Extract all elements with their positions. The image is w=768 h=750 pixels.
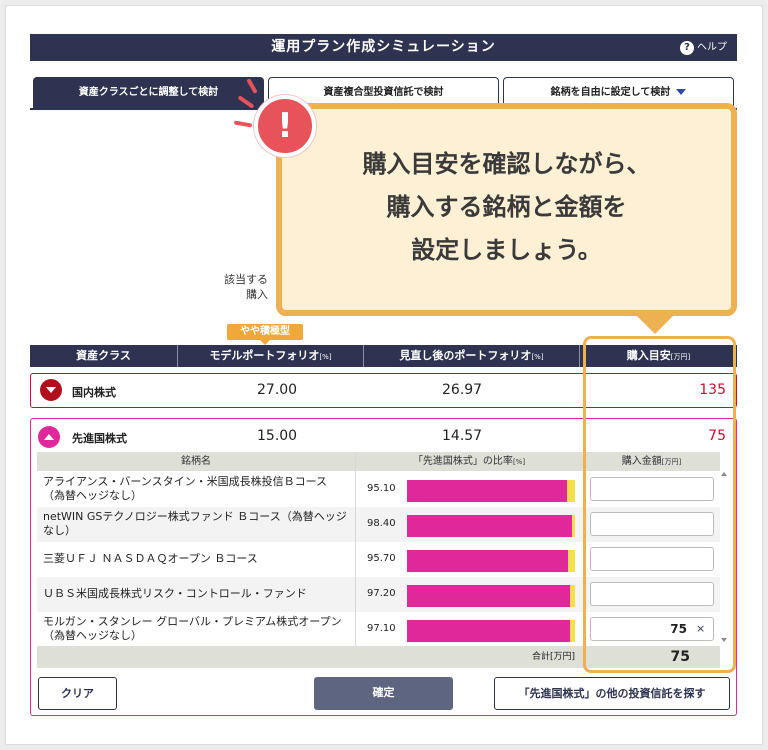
col-ratio-unit: [%] [512,458,526,466]
ratio-bar [407,620,575,642]
fund-name: netWIN GSテクノロジー株式ファンド Ｂコース（為替ヘッジなし） [43,510,347,537]
risk-badge: やや積極型 [227,324,303,340]
callout-tail [633,312,677,334]
help-button[interactable]: ? ヘルプ [680,39,727,56]
chevron-up-icon [44,434,54,440]
fund-name: モルガン・スタンレー グローバル・プレミアム株式オープン（為替ヘッジなし） [43,615,342,642]
col-revised: 見直し後のポートフォリオ[%] [364,345,579,368]
ratio-bar-rest [568,550,575,572]
ratio-bar [407,585,575,607]
callout-line: 購入する銘柄と金額を [386,193,627,221]
expand-button[interactable] [40,379,62,401]
ratio-bar [407,550,575,572]
alert-icon: ! [254,95,316,157]
col-model-unit: [%] [319,353,332,361]
collapse-button[interactable] [38,426,60,448]
col-ratio-label: 「先進国株式」の比率 [412,456,513,467]
col-model-label: モデルポートフォリオ [209,349,320,362]
asset-name: 先進国株式 [72,432,127,445]
page-title: 運用プラン作成シミュレーション [271,39,496,55]
ratio-bar-rest [570,620,575,642]
fund-name: ＵＢＳ米国成長株式リスク・コントロール・ファンド [43,587,307,600]
callout-line: 購入目安を確認しながら、 [362,150,651,178]
ratio-bar-rest [567,480,575,502]
callout-message: 購入目安を確認しながら、 購入する銘柄と金額を 設定しましょう。 [282,143,731,272]
confirm-button[interactable]: 確定 [314,677,453,710]
tab-label: 資産クラスごとに調整して検討 [78,87,219,98]
title-bar: 運用プラン作成シミュレーション ? ヘルプ [30,34,737,61]
tab-label: 資産複合型投資信託で検討 [323,87,444,98]
guide-highlight [583,336,736,673]
ratio-bar-fill [407,480,567,502]
col-revised-label: 見直し後のポートフォリオ [399,349,532,362]
ratio-bar-fill [407,550,568,572]
hint-line-1: 該当する [224,273,268,286]
ratio-bar [407,480,575,502]
fund-ratio: 95.10 [367,483,396,494]
tab-label: 銘柄を自由に設定して検討 [550,87,671,98]
fund-ratio: 98.40 [367,518,396,529]
column-divider [355,452,356,646]
fund-ratio: 97.10 [367,623,396,634]
ratio-bar-rest [570,585,575,607]
ratio-bar-fill [407,620,570,642]
model-value: 27.00 [257,382,298,398]
fund-ratio: 97.20 [367,588,396,599]
revised-value: 14.57 [442,428,483,444]
asset-name: 国内株式 [72,386,116,399]
col-ratio: 「先進国株式」の比率[%] [355,452,583,472]
chevron-down-icon [46,387,56,393]
ratio-bar-fill [407,515,572,537]
fund-ratio: 95.70 [367,553,396,564]
help-label: ヘルプ [697,42,727,53]
guide-callout: 購入目安を確認しながら、 購入する銘柄と金額を 設定しましょう。 [276,103,737,316]
revised-value: 26.97 [442,382,483,398]
fund-name: アライアンス・バーンスタイン・米国成長株投信Ｂコース（為替ヘッジなし） [43,475,328,502]
ratio-bar-fill [407,585,570,607]
fund-name: 三菱ＵＦＪ ＮＡＳＤＡＱオープン Ｂコース [43,552,258,565]
total-unit: [万円] [550,652,576,662]
model-value: 15.00 [257,428,298,444]
ratio-bar [407,515,575,537]
col-model: モデルポートフォリオ[%] [178,345,363,368]
callout-line: 設定しましょう。 [411,236,602,264]
total-label-text: 合計 [532,652,551,662]
ratio-bar-rest [572,515,575,537]
tab-asset-class[interactable]: 資産クラスごとに調整して検討 [33,77,264,109]
col-revised-unit: [%] [531,353,544,361]
help-icon: ? [680,40,694,55]
col-asset-class: 資産クラス [76,349,131,362]
search-other-funds-button[interactable]: 「先進国株式」の他の投資信託を探す [494,677,730,710]
hint-line-2: 購入 [246,288,268,301]
col-fund-name: 銘柄名 [181,456,211,467]
dropdown-icon [676,89,687,95]
clear-button[interactable]: クリア [38,677,117,710]
total-label: 合計[万円] [532,646,575,668]
